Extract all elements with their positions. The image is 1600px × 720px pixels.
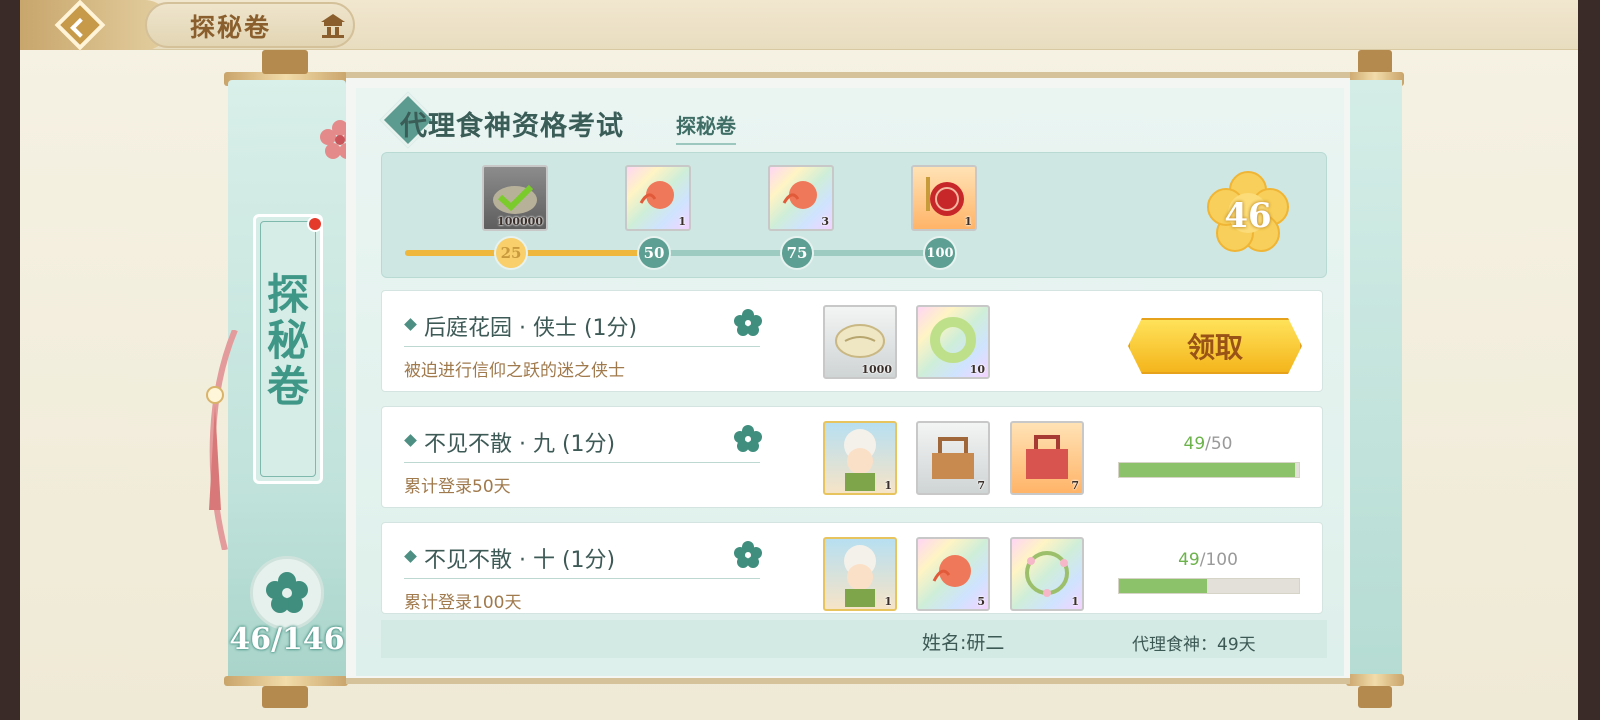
reward-qty: 7 — [977, 479, 985, 492]
reward-qty: 7 — [1071, 479, 1079, 492]
task-title: 后庭花园 · 侠士 (1分) — [424, 316, 638, 341]
left-scroll-cap-top — [262, 50, 308, 74]
task-divider — [404, 346, 760, 347]
claim-button[interactable]: 领取 — [1128, 318, 1302, 374]
panel-title: 代理食神资格考试 — [400, 111, 624, 142]
right-scroll-cap-top — [1358, 50, 1392, 74]
milestone-node-75: 75 — [780, 236, 814, 270]
task-progress-fill — [1119, 579, 1208, 593]
task3-reward-1[interactable]: 1 — [823, 537, 897, 611]
progress-total: /50 — [1205, 434, 1233, 454]
reward-qty: 5 — [977, 595, 985, 608]
task-progress-bar — [1118, 462, 1300, 478]
task-description: 累计登录50天 — [404, 477, 511, 497]
flower-icon — [266, 572, 308, 613]
task-title: 不见不散 · 九 (1分) — [424, 432, 616, 457]
reward-qty: 3 — [821, 215, 829, 228]
track-reward-2[interactable]: 1 — [625, 165, 691, 231]
pagoda-home-icon[interactable] — [319, 12, 347, 38]
agent-chef-days: 代理食神：49天 — [1132, 635, 1256, 655]
track-progress-fill — [405, 250, 653, 256]
reward-qty: 100000 — [497, 215, 543, 228]
task-progress-fill — [1119, 463, 1296, 477]
reward-qty: 1 — [678, 215, 686, 228]
side-flower-badge — [250, 556, 324, 630]
panel-subtitle: 探秘卷 — [676, 110, 736, 145]
reward-qty: 1 — [964, 215, 972, 228]
task-progress-bar — [1118, 578, 1300, 594]
score-flower-icon — [734, 309, 762, 336]
score-flower-icon — [734, 541, 762, 568]
track-reward-4[interactable]: 1 — [911, 165, 977, 231]
task2-reward-3[interactable]: 7 — [1010, 421, 1084, 495]
score-flower-icon — [734, 425, 762, 452]
task-description: 被迫进行信仰之跃的迷之侠士 — [404, 361, 625, 381]
left-scroll-cap-bottom — [262, 686, 308, 708]
task3-reward-2[interactable]: 5 — [916, 537, 990, 611]
right-scroll-rod-bottom — [1346, 674, 1404, 686]
reward-qty: 1 — [884, 595, 892, 608]
milestone-node-50: 50 — [637, 236, 671, 270]
screen-bezel-right — [1578, 0, 1600, 720]
reward-qty: 1 — [884, 479, 892, 492]
track-reward-1[interactable]: 100000 — [482, 165, 548, 231]
reward-qty: 10 — [969, 363, 985, 376]
task1-reward-1[interactable]: 1000 — [823, 305, 897, 379]
task1-reward-2[interactable]: 10 — [916, 305, 990, 379]
task-title: 不见不散 · 十 (1分) — [424, 548, 616, 573]
notification-dot — [307, 216, 323, 232]
progress-current: 49 — [1178, 550, 1200, 570]
left-scroll-rod-bottom — [224, 676, 348, 686]
progress-total: /100 — [1199, 550, 1238, 570]
side-score-count: 46/146 — [229, 622, 345, 657]
right-scroll-cap-bottom — [1358, 686, 1392, 708]
milestone-node-25: 25 — [494, 236, 528, 270]
task2-reward-1[interactable]: 1 — [823, 421, 897, 495]
task-progress-text: 49/50 — [1118, 434, 1298, 454]
side-label: 探秘卷 — [266, 270, 309, 411]
task-divider — [404, 578, 760, 579]
reward-qty: 1000 — [861, 363, 892, 376]
page-title: 探秘卷 — [190, 13, 272, 42]
task3-reward-3[interactable]: 1 — [1010, 537, 1084, 611]
reward-qty: 1 — [1071, 595, 1079, 608]
current-score: 46 — [1224, 196, 1272, 236]
progress-current: 49 — [1183, 434, 1206, 454]
task-description: 累计登录100天 — [404, 593, 522, 613]
task-progress-text: 49/100 — [1118, 550, 1298, 570]
ribbon-decoration — [206, 330, 238, 550]
right-scroll — [1350, 80, 1402, 678]
player-name: 姓名:研二 — [922, 632, 1005, 654]
task-divider — [404, 462, 760, 463]
task2-reward-2[interactable]: 7 — [916, 421, 990, 495]
milestone-node-100: 100 — [923, 236, 957, 270]
track-reward-3[interactable]: 3 — [768, 165, 834, 231]
screen-bezel-left — [0, 0, 20, 720]
